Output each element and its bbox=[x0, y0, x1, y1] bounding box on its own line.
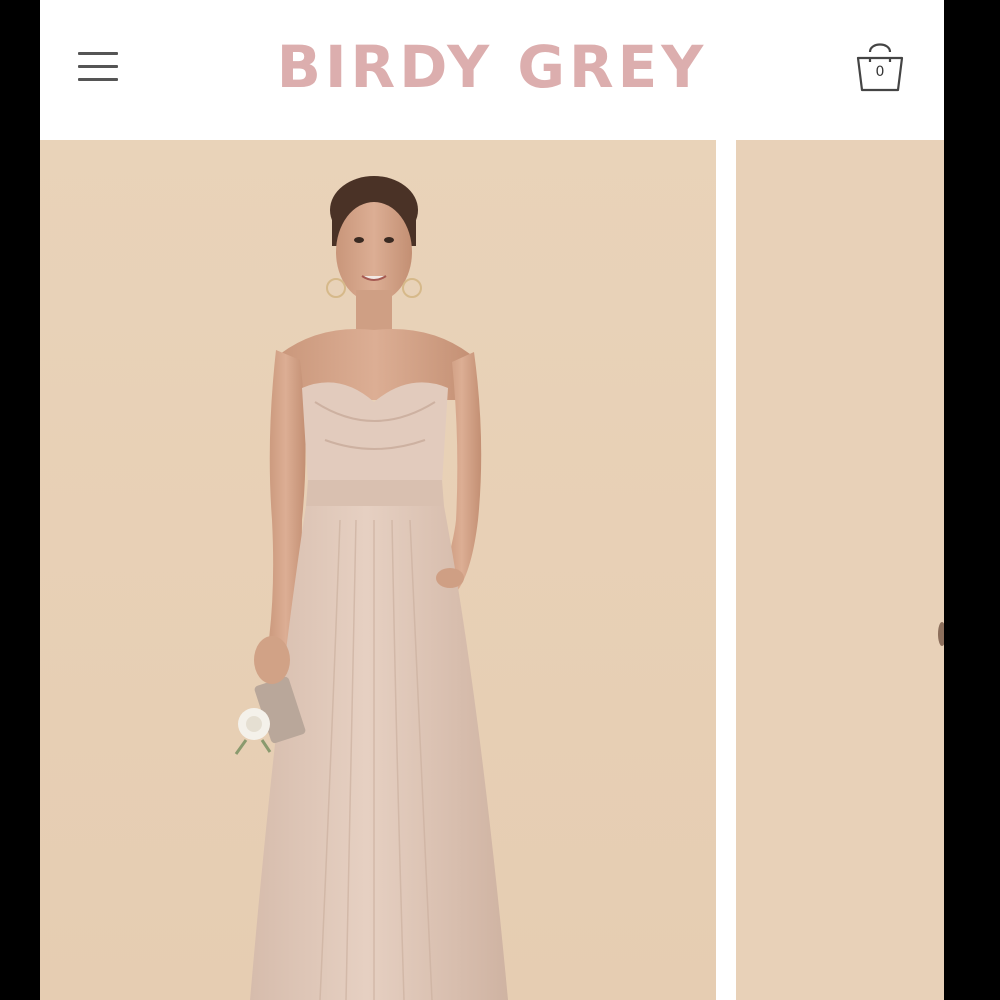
next-photo-preview bbox=[736, 140, 944, 1000]
menu-line bbox=[78, 65, 118, 68]
menu-line bbox=[78, 78, 118, 81]
site-header: BIRDY GREY 0 bbox=[40, 0, 944, 140]
product-photo-next[interactable] bbox=[736, 140, 944, 1000]
cart-button[interactable]: 0 bbox=[848, 34, 912, 98]
model-in-dress-photo bbox=[40, 140, 716, 1000]
product-photo-main[interactable] bbox=[40, 140, 716, 1000]
mobile-viewport: BIRDY GREY 0 bbox=[40, 0, 944, 1000]
brand-logo[interactable]: BIRDY GREY bbox=[40, 28, 944, 106]
cart-count-badge: 0 bbox=[875, 64, 885, 80]
product-gallery bbox=[40, 140, 944, 1000]
menu-button[interactable] bbox=[76, 48, 120, 84]
menu-line bbox=[78, 52, 118, 55]
